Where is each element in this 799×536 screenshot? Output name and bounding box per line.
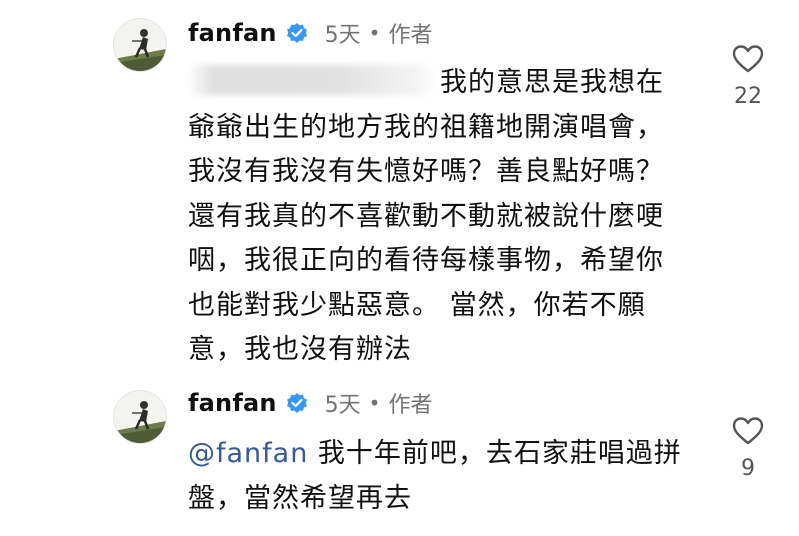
like-column: 22 (718, 44, 778, 109)
comment-line: 爺爺出生的地方我的祖籍地開演唱會， (188, 111, 664, 143)
comment-line: 盤，當然希望再去 (188, 482, 412, 514)
author-tag: 作者 (388, 393, 433, 418)
comment-text: @fanfan 我十年前吧，去石家莊唱過拼 盤，當然希望再去 (188, 432, 688, 521)
comment-header: fanfan 5天 • 作者 (188, 386, 432, 420)
comment-line: 意，我也沒有辦法 (188, 334, 412, 365)
verified-badge-icon (285, 21, 309, 45)
avatar[interactable] (113, 18, 167, 72)
comment-line: 也能對我少點惡意。 當然，你若不願 (188, 289, 646, 321)
timestamp: 5天 (324, 23, 361, 48)
mention-link[interactable]: @fanfan (188, 438, 308, 469)
author-tag: 作者 (388, 23, 433, 48)
blurred-mention (188, 65, 438, 95)
avatar[interactable] (113, 390, 167, 444)
timestamp: 5天 (324, 393, 361, 418)
separator-dot: • (368, 21, 381, 45)
username[interactable]: fanfan (188, 19, 277, 47)
comment-line: 我的意思是我想在 (188, 61, 688, 106)
heart-outline-icon[interactable] (732, 44, 764, 74)
heart-outline-icon[interactable] (732, 416, 764, 446)
comment-header: fanfan 5天 • 作者 (188, 16, 432, 50)
avatar-image (114, 19, 166, 71)
verified-badge-icon (285, 391, 309, 415)
separator-dot: • (368, 391, 381, 415)
comment-line: 我沒有我沒有失憶好嗎？善良點好嗎？ (188, 156, 664, 187)
comment-line: 還有我真的不喜歡動不動就被說什麼哽 (188, 200, 664, 232)
comment-text: 我的意思是我想在 爺爺出生的地方我的祖籍地開演唱會， 我沒有我沒有失憶好嗎？善良… (188, 61, 688, 373)
comment-line: 咽，我很正向的看待每樣事物，希望你 (188, 245, 664, 276)
like-column: 9 (718, 416, 778, 481)
like-count: 9 (741, 456, 755, 481)
username[interactable]: fanfan (188, 389, 277, 417)
avatar-image (114, 391, 166, 443)
like-count: 22 (734, 84, 762, 109)
comment-line: @fanfan 我十年前吧，去石家莊唱過拼 (188, 438, 682, 469)
